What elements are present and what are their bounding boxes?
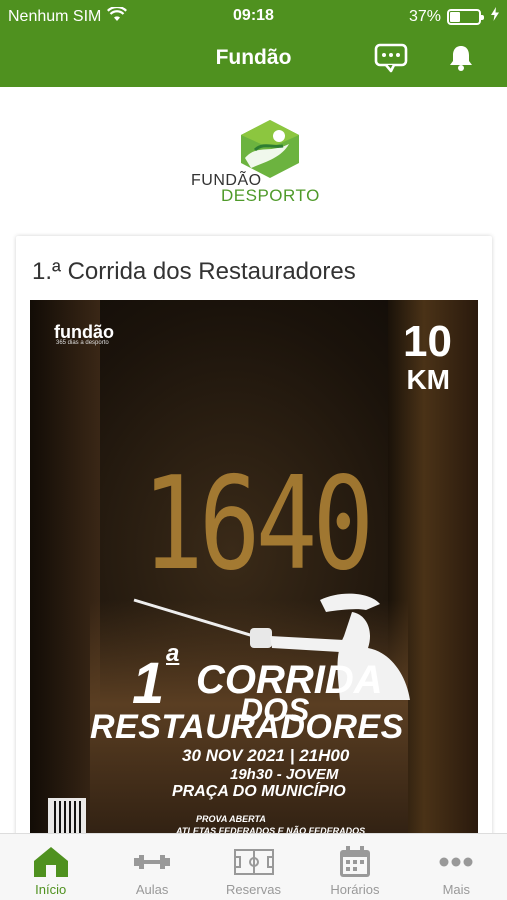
calendar-icon <box>339 844 371 880</box>
bell-icon[interactable] <box>443 40 479 76</box>
poster-distance-unit: KM <box>406 364 450 395</box>
chat-icon[interactable] <box>373 40 409 76</box>
poster-title-ordinal: 1 <box>132 651 165 716</box>
tab-aulas[interactable]: Aulas <box>101 834 202 900</box>
home-icon <box>32 844 70 880</box>
poster-distance-number: 10 <box>403 317 452 366</box>
news-title: 1.ª Corrida dos Restauradores <box>32 258 356 285</box>
tab-label: Mais <box>442 882 471 897</box>
tab-label: Início <box>35 882 67 897</box>
battery-info: 37% <box>409 7 499 26</box>
poster-title-line3: RESTAURADORES <box>90 708 404 746</box>
fundao-desporto-logo: FUNDÃO DESPORTO <box>185 118 325 206</box>
news-card[interactable]: 1.ª Corrida dos Restauradores fundão 365… <box>16 236 492 856</box>
poster-date-time: 30 NOV 2021 | 21H00 <box>182 746 350 765</box>
battery-percent: 37% <box>408 7 441 25</box>
app-header: Nenhum SIM 09:18 37% Fundão <box>0 0 507 87</box>
status-bar: Nenhum SIM 09:18 37% <box>0 0 507 32</box>
tab-inicio[interactable]: Início <box>0 834 101 900</box>
tab-horarios[interactable]: Horários <box>304 834 405 900</box>
tab-mais[interactable]: Mais <box>406 834 507 900</box>
bottom-tab-bar: Início Aulas Reservas Horários Mais <box>0 833 507 900</box>
field-icon <box>233 844 274 880</box>
battery-icon <box>447 8 484 25</box>
poster-year: 1640 <box>142 450 374 599</box>
tab-label: Reservas <box>226 882 281 897</box>
poster-location: PRAÇA DO MUNICÍPIO <box>172 783 346 800</box>
tab-label: Horários <box>330 882 380 897</box>
charging-icon <box>491 7 499 26</box>
poster-brand-sub: 365 dias a desporto <box>56 340 109 346</box>
tab-reservas[interactable]: Reservas <box>203 834 304 900</box>
poster-youth-time: 19h30 - JOVEM <box>230 766 339 783</box>
event-poster[interactable]: fundão 365 dias a desporto 10 KM 1640 1 … <box>30 300 478 856</box>
logo-word-desporto: DESPORTO <box>221 186 320 205</box>
qr-code-icon <box>48 798 86 836</box>
poster-open-race: PROVA ABERTA <box>196 814 266 824</box>
more-icon <box>439 844 473 880</box>
dumbbell-icon <box>134 844 171 880</box>
poster-title-ordinal-suffix: a <box>166 640 180 667</box>
tab-label: Aulas <box>135 882 169 897</box>
